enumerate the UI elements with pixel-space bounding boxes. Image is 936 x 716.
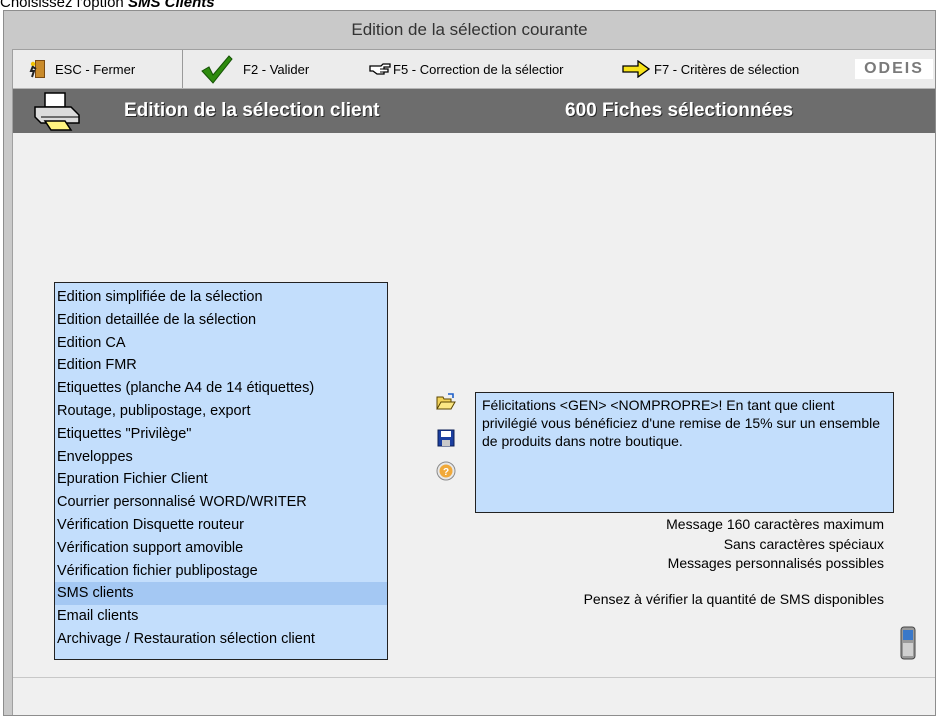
edition-options-list[interactable]: Edition simplifiée de la sélection Editio… [54, 282, 388, 660]
correct-selection-button[interactable]: F5 - Correction de la sélectior [369, 50, 564, 88]
list-item[interactable]: Vérification fichier publipostage [55, 560, 387, 583]
question-icon: ? [436, 461, 456, 486]
list-item[interactable]: Edition detaillée de la sélection [55, 309, 387, 332]
validate-button[interactable]: F2 - Valider [199, 50, 309, 88]
list-item[interactable]: Routage, publipostage, export [55, 400, 387, 423]
note-max-chars: Message 160 caractères maximum [666, 516, 884, 532]
note-sms-quota: Pensez à vérifier la quantité de SMS dis… [583, 591, 884, 607]
folder-open-icon [436, 392, 456, 416]
validate-button-label: F2 - Valider [243, 61, 310, 77]
open-message-button[interactable] [435, 392, 457, 416]
list-item[interactable]: Etiquettes "Privilège" [55, 423, 387, 446]
selection-criteria-button[interactable]: F7 - Critères de sélection [622, 50, 799, 88]
list-item[interactable]: Archivage / Restauration sélection clien… [55, 628, 387, 651]
correct-selection-label: F5 - Correction de la sélectior [393, 61, 564, 77]
arrow-right-icon [622, 60, 650, 78]
list-item[interactable]: Email clients [55, 605, 387, 628]
list-item[interactable]: Epuration Fichier Client [55, 468, 387, 491]
odeis-logo: ODEIS [855, 59, 933, 79]
list-item[interactable]: Enveloppes [55, 446, 387, 469]
door-exit-icon [27, 59, 47, 79]
app-window: Edition de la sélection courante ESC - F… [3, 10, 936, 716]
status-bar [13, 677, 935, 700]
list-item[interactable]: Courrier personnalisé WORD/WRITER [55, 491, 387, 514]
close-button[interactable]: ESC - Fermer [13, 50, 183, 88]
svg-text:?: ? [443, 467, 449, 478]
mobile-phone-icon [900, 626, 916, 665]
list-item[interactable]: Vérification support amovible [55, 537, 387, 560]
window-content: ESC - Fermer F2 - Valider F5 - Correctio… [12, 49, 935, 715]
check-icon [199, 54, 233, 84]
selection-criteria-label: F7 - Critères de sélection [654, 61, 800, 77]
list-item[interactable]: Edition FMR [55, 354, 387, 377]
floppy-save-icon [437, 429, 455, 452]
help-button[interactable]: ? [435, 461, 457, 486]
list-item[interactable]: Edition CA [55, 332, 387, 355]
list-item[interactable]: Etiquettes (planche A4 de 14 étiquettes) [55, 377, 387, 400]
selection-count: 600 Fiches sélectionnées [565, 100, 794, 121]
toolbar: ESC - Fermer F2 - Valider F5 - Correctio… [13, 50, 935, 89]
save-message-button[interactable] [435, 429, 457, 451]
sms-message-textarea[interactable]: Félicitations <GEN> <NOMPROPRE>! En tant… [475, 392, 894, 513]
pointing-hand-icon [369, 60, 391, 78]
list-item[interactable]: Vérification Disquette routeur [55, 514, 387, 537]
list-item[interactable]: Edition simplifiée de la sélection [55, 286, 387, 309]
printer-icon [31, 91, 83, 137]
note-no-special-chars: Sans caractères spéciaux [723, 536, 884, 552]
close-button-label: ESC - Fermer [55, 61, 136, 77]
header-title: Edition de la sélection client [124, 100, 380, 121]
note-personalized: Messages personnalisés possibles [667, 555, 884, 571]
section-header: Edition de la sélection client 600 Fiche… [13, 89, 935, 133]
list-item[interactable]: SMS clients [55, 582, 387, 606]
window-title: Edition de la sélection courante [351, 20, 588, 39]
